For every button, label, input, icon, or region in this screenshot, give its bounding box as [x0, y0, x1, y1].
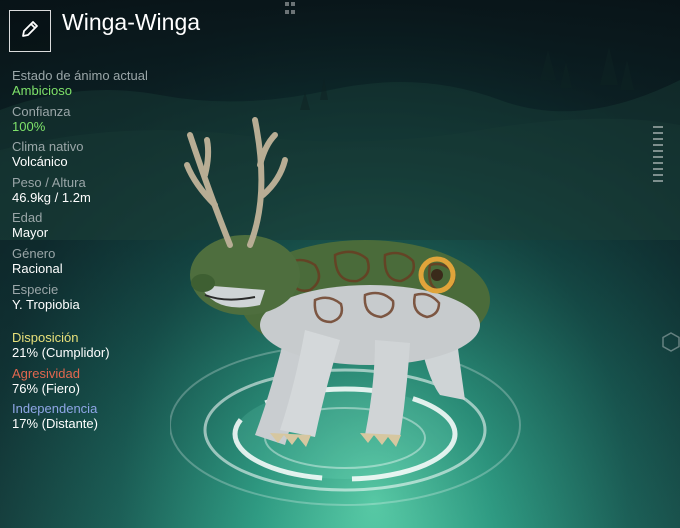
- stat-value: 46.9kg / 1.2m: [12, 189, 91, 205]
- creature-name: Winga-Winga: [62, 9, 201, 35]
- stat-value: Ambicioso: [12, 83, 72, 98]
- stat-value: Racional: [12, 260, 63, 276]
- creature-traits: Disposición 21% (Cumplidor) Agresividad …: [12, 330, 212, 437]
- pencil-icon: [20, 19, 40, 44]
- stat-trust: Confianza 100%: [12, 104, 212, 140]
- stat-label: Género: [12, 245, 56, 261]
- stat-value: Y. Tropiobia: [12, 296, 80, 312]
- edit-name-button[interactable]: [9, 10, 51, 52]
- stat-weight-height: Peso / Altura 46.9kg / 1.2m: [12, 175, 212, 211]
- trait-aggression: Agresividad 76% (Fiero): [12, 366, 212, 402]
- stat-label: Clima nativo: [12, 139, 84, 155]
- trait-label: Independencia: [12, 401, 98, 417]
- stat-species: Especie Y. Tropiobia: [12, 282, 212, 318]
- stat-gender: Género Racional: [12, 246, 212, 282]
- trait-value: 17% (Distante): [12, 416, 98, 432]
- stat-label: Especie: [12, 281, 59, 297]
- trait-independence: Independencia 17% (Distante): [12, 401, 212, 437]
- stat-label: Peso / Altura: [12, 174, 86, 190]
- trait-value: 21% (Cumplidor): [12, 345, 110, 360]
- stat-value: Volcánico: [12, 154, 68, 170]
- stat-value: 100%: [12, 118, 46, 134]
- trait-value: 76% (Fiero): [12, 380, 80, 396]
- scroll-indicator: [652, 126, 664, 184]
- stat-value: Mayor: [12, 225, 49, 241]
- stat-age: Edad Mayor: [12, 210, 212, 246]
- stat-climate: Clima nativo Volcánico: [12, 139, 212, 175]
- top-hud-marker: [284, 0, 296, 20]
- creature-stats: Estado de ánimo actual Ambicioso Confian…: [12, 68, 212, 317]
- hexagon-icon: [662, 332, 680, 357]
- stat-mood: Estado de ánimo actual Ambicioso: [12, 68, 212, 104]
- trait-label: Agresividad: [12, 365, 80, 381]
- creature-model[interactable]: [175, 115, 510, 485]
- stat-label: Estado de ánimo actual: [12, 68, 148, 83]
- trait-disposition: Disposición 21% (Cumplidor): [12, 330, 212, 366]
- stat-label: Edad: [12, 210, 43, 226]
- trait-label: Disposición: [12, 330, 79, 345]
- stat-label: Confianza: [12, 103, 71, 119]
